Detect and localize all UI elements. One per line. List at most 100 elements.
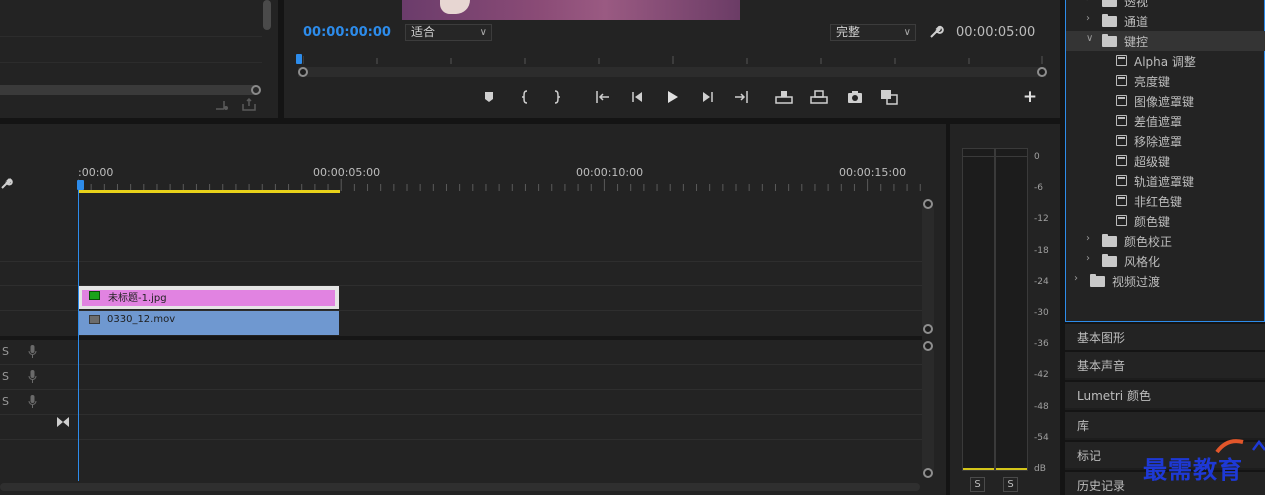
scrollbar-handle[interactable]	[923, 324, 933, 334]
video-tracks-scrollbar[interactable]	[922, 204, 934, 329]
chevron-right-icon[interactable]: ›	[1074, 273, 1078, 284]
meter-solo-left[interactable]: S	[970, 477, 985, 492]
camera-icon[interactable]	[846, 88, 864, 106]
db-label: -6	[1034, 183, 1043, 194]
fx-badge-icon	[89, 315, 100, 324]
effects-folder[interactable]: › 风格化	[1066, 251, 1265, 271]
panel-lumetri-color[interactable]: Lumetri 颜色	[1065, 380, 1265, 408]
audio-solo-button[interactable]: S	[2, 370, 9, 383]
ruler-label-0: :00:00	[78, 166, 114, 179]
effects-item[interactable]: 图像遮罩键	[1066, 91, 1265, 111]
overwrite-icon[interactable]	[810, 88, 828, 106]
effects-item-label: 图像遮罩键	[1134, 95, 1195, 109]
program-time-ruler[interactable]	[303, 50, 1043, 68]
master-track-icon[interactable]	[57, 417, 69, 427]
mark-out-icon[interactable]	[548, 88, 566, 106]
microphone-icon[interactable]	[28, 370, 37, 383]
chevron-right-icon[interactable]: ›	[1086, 233, 1090, 244]
track-divider	[0, 364, 922, 365]
microphone-icon[interactable]	[28, 345, 37, 358]
effects-item-label: 超级键	[1134, 155, 1171, 169]
program-zoom-bar[interactable]	[298, 67, 1046, 77]
new-item-icon[interactable]	[241, 98, 257, 112]
row-divider	[0, 36, 262, 37]
ruler-label-15s: 00:00:15:00	[839, 166, 907, 179]
project-panel	[0, 0, 278, 118]
program-playhead[interactable]	[296, 54, 302, 64]
clip-image-name: 未标题-1.jpg	[108, 293, 167, 304]
effects-item-label: 亮度键	[1134, 75, 1171, 89]
chevron-down-icon: ∨	[903, 27, 911, 38]
video-audio-divider[interactable]	[0, 336, 922, 340]
effects-item[interactable]: 非红色键	[1066, 191, 1265, 211]
scrollbar-handle[interactable]	[923, 468, 933, 478]
effects-item-label: 移除遮罩	[1134, 135, 1183, 149]
effects-item[interactable]: 差值遮罩	[1066, 111, 1265, 131]
effects-item[interactable]: 移除遮罩	[1066, 131, 1265, 151]
go-to-out-icon[interactable]	[732, 88, 750, 106]
scrollbar-handle[interactable]	[923, 199, 933, 209]
meter-level-left	[963, 468, 994, 470]
zoom-bar-left-handle[interactable]	[298, 67, 308, 77]
play-icon[interactable]	[663, 88, 681, 106]
meter-level-right	[996, 468, 1027, 470]
step-forward-icon[interactable]	[699, 88, 717, 106]
db-label: -36	[1034, 339, 1049, 350]
zoom-bar-right-handle[interactable]	[1037, 67, 1047, 77]
scrollbar-handle[interactable]	[923, 341, 933, 351]
effects-item-label: 键控	[1124, 35, 1149, 49]
quality-select-value: 完整	[836, 25, 861, 39]
work-area-bar[interactable]	[78, 190, 340, 193]
effects-folder[interactable]: › 透视	[1066, 0, 1265, 11]
effects-item[interactable]: 轨道遮罩键	[1066, 171, 1265, 191]
effects-folder[interactable]: › 视频过渡	[1066, 271, 1265, 291]
mark-in-icon[interactable]	[516, 88, 534, 106]
chevron-right-icon[interactable]: ›	[1086, 13, 1090, 24]
chevron-right-icon[interactable]: ›	[1086, 253, 1090, 264]
timeline-horizontal-scrollbar[interactable]	[0, 483, 920, 491]
effects-folder[interactable]: ∨ 键控	[1066, 31, 1265, 51]
db-label: -24	[1034, 276, 1049, 287]
audio-solo-button[interactable]: S	[2, 395, 9, 408]
effects-item[interactable]: 亮度键	[1066, 71, 1265, 91]
step-back-icon[interactable]	[628, 88, 646, 106]
folder-icon	[1102, 34, 1117, 47]
effects-item-label: 差值遮罩	[1134, 115, 1183, 129]
panel-essential-sound[interactable]: 基本声音	[1065, 350, 1265, 378]
folder-icon	[1102, 234, 1117, 247]
meter-solo-right[interactable]: S	[1003, 477, 1018, 492]
insert-icon[interactable]	[775, 88, 793, 106]
chevron-right-icon[interactable]: ›	[1086, 0, 1090, 4]
marker-icon[interactable]	[480, 88, 498, 106]
sort-icon[interactable]	[214, 98, 230, 112]
wrench-icon[interactable]	[928, 24, 944, 40]
effect-preset-icon	[1116, 75, 1127, 86]
track-divider	[0, 414, 922, 415]
panel-libraries[interactable]: 库	[1065, 410, 1265, 438]
program-timecode[interactable]: 00:00:00:00	[303, 25, 391, 40]
project-zoom-slider[interactable]	[0, 85, 258, 95]
audio-tracks-scrollbar[interactable]	[922, 346, 934, 474]
effects-folder[interactable]: › 通道	[1066, 11, 1265, 31]
microphone-icon[interactable]	[28, 395, 37, 408]
playhead-line	[78, 188, 79, 481]
fit-select[interactable]: 适合 ∨	[405, 24, 492, 41]
panel-essential-graphics[interactable]: 基本图形	[1065, 322, 1265, 350]
effects-item-label: Alpha 调整	[1134, 55, 1196, 69]
db-label: -54	[1034, 432, 1049, 443]
zoom-slider-handle[interactable]	[251, 85, 261, 95]
db-label: 0	[1034, 152, 1040, 162]
go-to-in-icon[interactable]	[594, 88, 612, 106]
wrench-icon[interactable]	[0, 176, 14, 190]
add-button[interactable]: +	[1021, 88, 1039, 106]
playback-quality-select[interactable]: 完整 ∨	[830, 24, 916, 41]
effects-item[interactable]: Alpha 调整	[1066, 51, 1265, 71]
effects-item[interactable]: 颜色键	[1066, 211, 1265, 231]
effects-folder[interactable]: › 颜色校正	[1066, 231, 1265, 251]
chevron-down-icon[interactable]: ∨	[1086, 33, 1093, 44]
project-vertical-scrollbar[interactable]	[263, 0, 271, 30]
db-label: dB	[1034, 464, 1046, 474]
audio-solo-button[interactable]: S	[2, 345, 9, 358]
effects-item[interactable]: 超级键	[1066, 151, 1265, 171]
compare-icon[interactable]	[880, 88, 898, 106]
